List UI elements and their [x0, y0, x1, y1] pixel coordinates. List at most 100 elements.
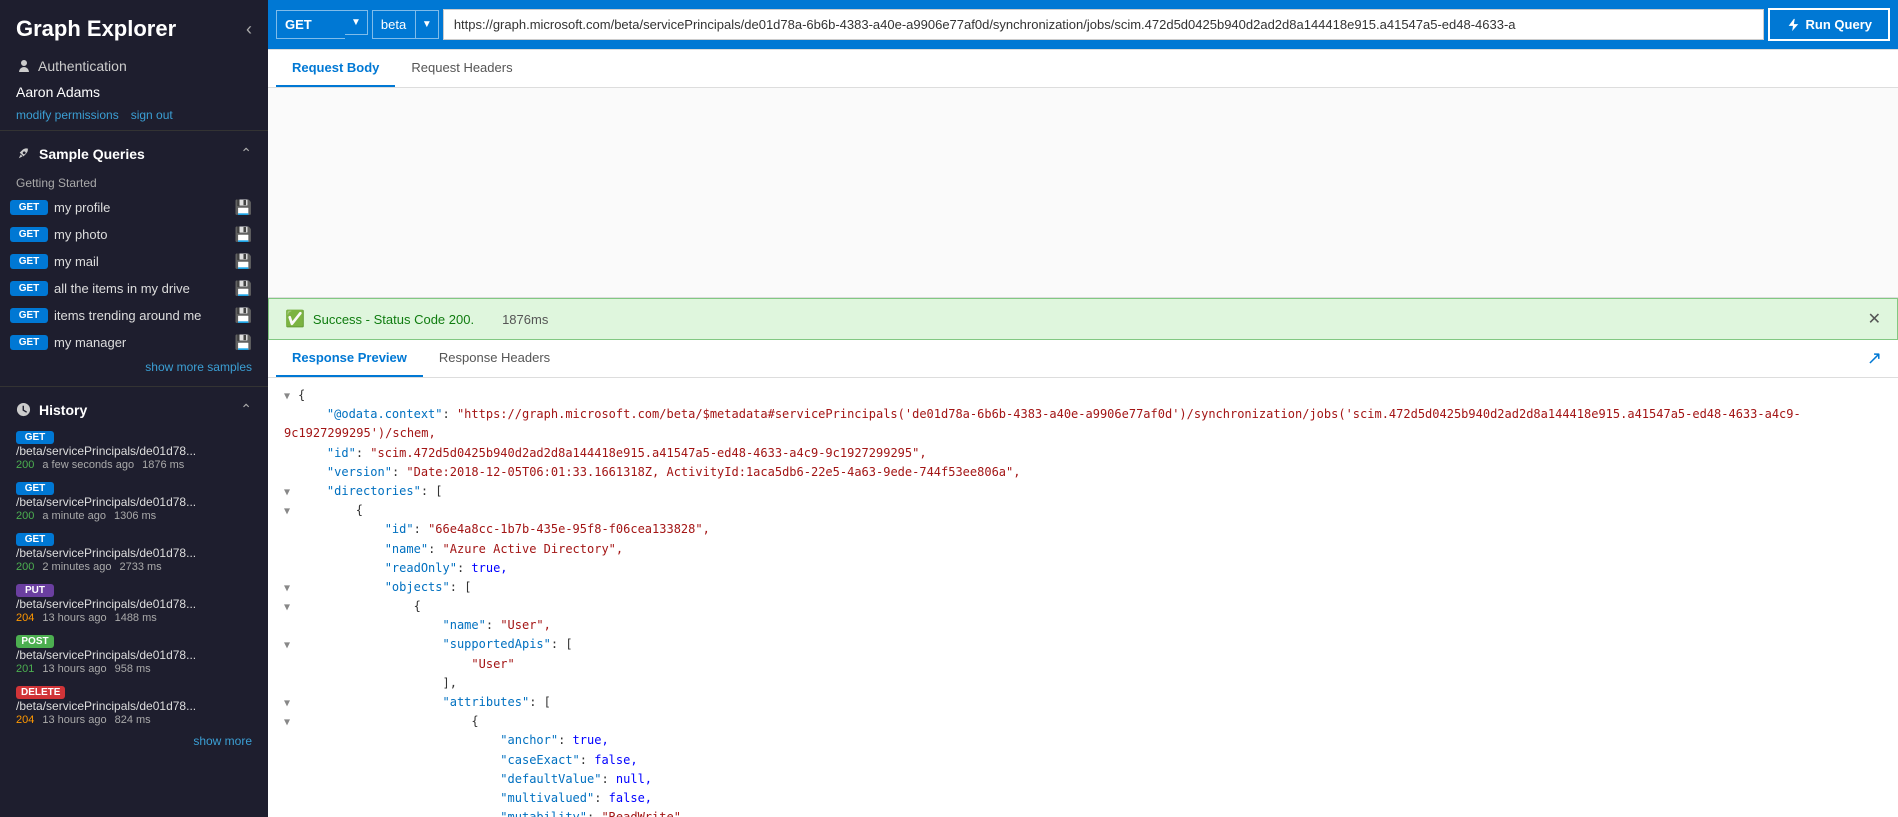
query-bar: GET POST PUT PATCH DELETE ▼ beta v1.0 ▼ …	[268, 0, 1898, 50]
collapse-arrow[interactable]: ▼	[284, 638, 296, 654]
query-items-list: GET my profile 💾 GET my photo 💾 GET my m…	[0, 194, 268, 356]
success-close-button[interactable]: ✕	[1868, 309, 1881, 329]
history-header[interactable]: History ⌃	[0, 395, 268, 424]
json-key: "supportedApis"	[443, 637, 551, 651]
success-icon: ✅	[285, 309, 305, 329]
query-label: my mail	[54, 254, 229, 269]
history-item[interactable]: DELETE /beta/servicePrincipals/de01d78..…	[0, 679, 268, 730]
save-icon: 💾	[235, 226, 252, 243]
sidebar: Graph Explorer ‹ Authentication Aaron Ad…	[0, 0, 268, 817]
tab-response-headers[interactable]: Response Headers	[423, 340, 566, 377]
json-key: "objects"	[385, 580, 450, 594]
json-value: [	[435, 484, 442, 498]
collapse-arrow[interactable]: ▼	[284, 504, 296, 520]
collapse-arrow[interactable]: ▼	[284, 485, 296, 501]
request-body-editor[interactable]	[268, 88, 1898, 297]
json-value: "https://graph.microsoft.com/beta/$metad…	[284, 407, 1801, 440]
version-dropdown-button[interactable]: ▼	[416, 10, 439, 39]
json-key: "attributes"	[443, 695, 530, 709]
modify-permissions-link[interactable]: modify permissions	[16, 108, 119, 122]
history-chevron-icon: ⌃	[240, 401, 252, 418]
sidebar-collapse-button[interactable]: ‹	[246, 19, 252, 40]
json-value: [	[544, 695, 551, 709]
show-more-history-button[interactable]: show more	[0, 730, 268, 752]
query-item[interactable]: GET my photo 💾	[0, 221, 268, 248]
run-query-button[interactable]: Run Query	[1768, 8, 1890, 41]
method-select[interactable]: GET POST PUT PATCH DELETE	[276, 10, 345, 39]
auth-links: modify permissions sign out	[16, 108, 252, 122]
collapse-arrow[interactable]: ▼	[284, 696, 296, 712]
history-item-row: GET /beta/servicePrincipals/de01d78...	[16, 479, 252, 509]
save-icon: 💾	[235, 334, 252, 351]
sidebar-header: Graph Explorer ‹	[0, 0, 268, 50]
show-more-samples-button[interactable]: show more samples	[0, 356, 268, 378]
method-dropdown-button[interactable]: ▼	[345, 10, 368, 35]
query-item[interactable]: GET my manager 💾	[0, 329, 268, 356]
export-button[interactable]: ↗	[1859, 344, 1890, 373]
tab-response-preview[interactable]: Response Preview	[276, 340, 423, 377]
history-method-badge: GET	[16, 482, 54, 495]
history-item[interactable]: GET /beta/servicePrincipals/de01d78... 2…	[0, 475, 268, 526]
json-key: "caseExact"	[500, 753, 579, 767]
rocket-icon	[16, 146, 31, 161]
history-item[interactable]: POST /beta/servicePrincipals/de01d78... …	[0, 628, 268, 679]
history-item[interactable]: PUT /beta/servicePrincipals/de01d78... 2…	[0, 577, 268, 628]
save-icon: 💾	[235, 280, 252, 297]
url-input[interactable]	[443, 9, 1764, 40]
json-bracket: {	[471, 714, 478, 728]
response-line: ▼{	[284, 386, 1882, 405]
sample-queries-section: Sample Queries ⌃ Getting Started GET my …	[0, 131, 268, 386]
method-select-wrapper: GET POST PUT PATCH DELETE ▼	[276, 10, 368, 39]
history-time: 2 minutes ago	[42, 561, 111, 573]
json-value: "Azure Active Directory",	[443, 542, 624, 556]
json-key: "defaultValue"	[500, 772, 601, 786]
request-body-area	[268, 88, 1898, 298]
version-select[interactable]: beta v1.0	[372, 10, 416, 39]
history-duration: 2733 ms	[119, 561, 161, 573]
query-label: my manager	[54, 335, 229, 350]
json-value: "ReadWrite",	[601, 810, 688, 817]
getting-started-label: Getting Started	[0, 172, 268, 194]
json-value: "66e4a8cc-1b7b-435e-95f8-f06cea133828",	[428, 522, 710, 536]
history-item-row: DELETE /beta/servicePrincipals/de01d78..…	[16, 683, 252, 713]
json-key: "multivalued"	[500, 791, 594, 805]
response-line: "defaultValue": null,	[284, 770, 1882, 789]
query-item[interactable]: GET my profile 💾	[0, 194, 268, 221]
response-line: "caseExact": false,	[284, 751, 1882, 770]
tab-request-body[interactable]: Request Body	[276, 50, 395, 87]
response-area[interactable]: ▼{ "@odata.context": "https://graph.micr…	[268, 378, 1898, 817]
method-badge: GET	[10, 335, 48, 350]
response-line: ▼ "attributes": [	[284, 693, 1882, 712]
sidebar-title: Graph Explorer	[16, 16, 176, 42]
tab-request-headers[interactable]: Request Headers	[395, 50, 528, 87]
query-label: items trending around me	[54, 308, 229, 323]
history-meta: 200 2 minutes ago 2733 ms	[16, 561, 252, 573]
history-duration: 958 ms	[115, 663, 151, 675]
method-badge: GET	[10, 281, 48, 296]
collapse-arrow[interactable]: ▼	[284, 600, 296, 616]
save-icon: 💾	[235, 199, 252, 216]
response-tabs-area: Response Preview Response Headers ↗	[268, 340, 1898, 378]
collapse-arrow[interactable]: ▼	[284, 715, 296, 731]
history-duration: 1488 ms	[115, 612, 157, 624]
json-value: false,	[609, 791, 652, 805]
json-value: true,	[573, 733, 609, 747]
history-item[interactable]: GET /beta/servicePrincipals/de01d78... 2…	[0, 526, 268, 577]
auth-section: Authentication Aaron Adams modify permis…	[0, 50, 268, 131]
response-line: ],	[284, 674, 1882, 693]
response-line: "anchor": true,	[284, 731, 1882, 750]
history-item[interactable]: GET /beta/servicePrincipals/de01d78... 2…	[0, 424, 268, 475]
json-value: "Date:2018-12-05T06:01:33.1661318Z, Acti…	[406, 465, 1020, 479]
collapse-arrow[interactable]: ▼	[284, 389, 296, 405]
collapse-arrow[interactable]: ▼	[284, 581, 296, 597]
query-item[interactable]: GET my mail 💾	[0, 248, 268, 275]
response-line: "@odata.context": "https://graph.microso…	[284, 405, 1882, 443]
sample-queries-header[interactable]: Sample Queries ⌃	[0, 139, 268, 168]
sign-out-link[interactable]: sign out	[131, 108, 173, 122]
query-item[interactable]: GET all the items in my drive 💾	[0, 275, 268, 302]
success-duration: 1876ms	[502, 312, 548, 327]
query-item[interactable]: GET items trending around me 💾	[0, 302, 268, 329]
json-key: "id"	[327, 446, 356, 460]
json-bracket: {	[414, 599, 421, 613]
json-value: null,	[616, 772, 652, 786]
